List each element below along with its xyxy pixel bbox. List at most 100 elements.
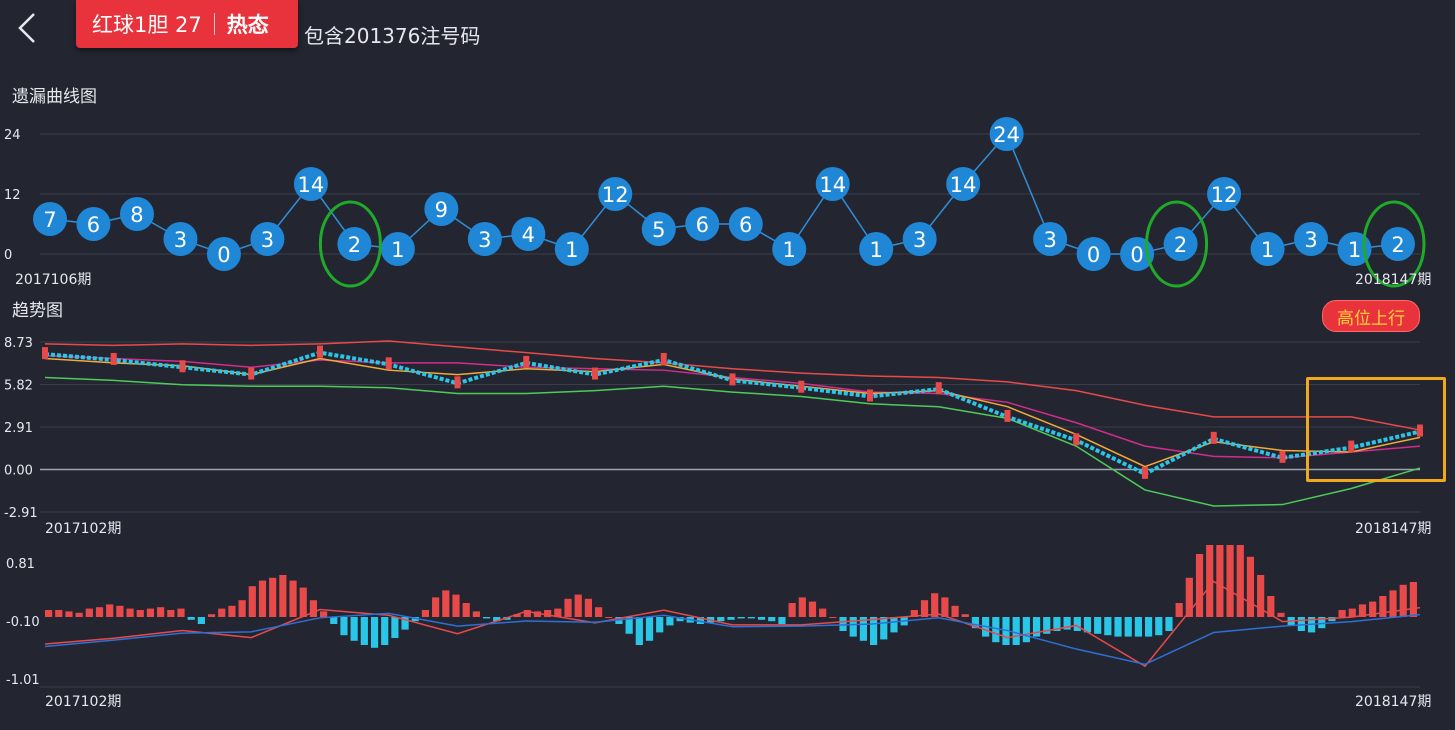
macd-bar — [1145, 617, 1153, 637]
miss-value-label: 0 — [1087, 243, 1100, 267]
macd-start-period: 2017102期 — [45, 694, 122, 710]
macd-bar — [564, 598, 572, 617]
macd-bar — [167, 610, 175, 617]
macd-bar — [106, 604, 114, 617]
macd-bar — [85, 608, 93, 617]
macd-bar — [197, 617, 205, 624]
miss-value-label: 2 — [1391, 233, 1404, 257]
macd-bar — [1155, 617, 1163, 636]
macd-dea-line — [44, 612, 1421, 666]
macd-bar — [1226, 545, 1234, 617]
macd-bar — [146, 608, 155, 617]
macd-bar — [452, 594, 460, 617]
miss-value-label: 14 — [819, 173, 846, 197]
macd-bar — [381, 617, 389, 645]
trend-title: 趋势图 — [12, 301, 63, 321]
macd-bar — [1124, 617, 1132, 637]
miss-y-tick: 24 — [4, 128, 21, 143]
miss-value-label: 3 — [261, 228, 274, 252]
miss-value-label: 0 — [217, 243, 230, 267]
macd-bar — [177, 608, 185, 617]
miss-value-label: 4 — [522, 223, 535, 247]
miss-value-label: 3 — [174, 228, 187, 252]
macd-bar — [778, 617, 786, 624]
tab-main-label: 红球1胆 27 — [92, 13, 202, 37]
macd-bar — [829, 617, 837, 618]
miss-y-tick: 0 — [4, 248, 12, 263]
macd-bar — [157, 607, 165, 617]
trend-candle — [523, 355, 530, 368]
trend-candle — [592, 367, 598, 380]
macd-bar — [1389, 590, 1397, 617]
miss-value-label: 9 — [435, 198, 448, 222]
macd-bar — [75, 612, 83, 617]
trend-start-period: 2017102期 — [45, 521, 122, 537]
trend-candle — [110, 352, 117, 365]
macd-bar — [309, 600, 317, 617]
trend-candle — [248, 367, 255, 380]
miss-value-label: 12 — [1211, 183, 1238, 207]
macd-bar — [330, 617, 338, 624]
macd-bar — [218, 608, 226, 617]
macd-bar — [808, 601, 817, 617]
trend-y-tick: 2.91 — [4, 421, 33, 436]
trend-candle — [1279, 450, 1286, 463]
trend-candle — [42, 347, 48, 360]
macd-bar — [656, 617, 664, 633]
chevron-left-icon — [18, 13, 35, 43]
trend-chart: 8.73 5.82 2.91 0.00 -2.91 — [4, 336, 1423, 520]
macd-bar — [269, 577, 277, 617]
miss-value-label: 14 — [298, 173, 325, 197]
macd-bar — [717, 617, 725, 622]
macd-bar — [238, 600, 246, 617]
trend-candle — [867, 389, 873, 402]
macd-bar — [666, 617, 674, 626]
trend-candle — [935, 382, 942, 395]
macd-bar — [747, 617, 755, 619]
macd-bar — [757, 617, 766, 620]
macd-bar — [635, 617, 643, 645]
macd-bar — [136, 610, 144, 617]
macd-bar — [116, 605, 124, 617]
macd-bar — [849, 617, 857, 637]
macd-bar — [432, 597, 440, 617]
back-button[interactable] — [14, 10, 44, 46]
macd-bar — [1175, 603, 1183, 617]
macd-bar — [207, 614, 216, 617]
macd-bar — [320, 611, 328, 617]
macd-bar — [1012, 617, 1020, 645]
macd-bar — [45, 610, 53, 617]
macd-bar — [1134, 617, 1142, 637]
macd-bar — [880, 617, 888, 640]
macd-bar — [870, 617, 878, 645]
macd-bar — [299, 587, 307, 617]
miss-curve-title: 遗漏曲线图 — [12, 87, 97, 107]
miss-value-label: 3 — [1043, 228, 1056, 252]
miss-value-label: 0 — [1130, 243, 1143, 267]
trend-candle — [729, 373, 736, 386]
miss-value-label: 6 — [739, 213, 752, 237]
macd-bar — [1348, 608, 1356, 617]
macd-bar — [1094, 617, 1102, 634]
macd-bar — [1206, 545, 1214, 617]
miss-value-label: 24 — [993, 123, 1020, 147]
macd-bar — [819, 608, 827, 617]
macd-bar — [727, 617, 735, 620]
miss-end-period: 2018147期 — [1355, 272, 1432, 288]
miss-value-label: 12 — [602, 183, 629, 207]
trend-candle — [660, 352, 667, 365]
macd-bar — [370, 617, 379, 648]
trend-candle — [1210, 431, 1217, 444]
macd-bar — [605, 617, 613, 618]
macd-bar — [65, 611, 73, 617]
macd-bar — [1236, 545, 1244, 617]
red-ball-filter-tab[interactable]: 红球1胆 27 热态 — [76, 0, 298, 48]
combination-count: 包含201376注号码 — [304, 24, 481, 48]
macd-bar — [1104, 617, 1112, 636]
macd-bar — [645, 617, 654, 641]
macd-y-tick: -0.10 — [6, 615, 40, 630]
macd-bar — [248, 586, 256, 617]
miss-value-label: 14 — [950, 173, 977, 197]
trend-candle — [798, 380, 805, 393]
trend-candle — [317, 345, 323, 358]
